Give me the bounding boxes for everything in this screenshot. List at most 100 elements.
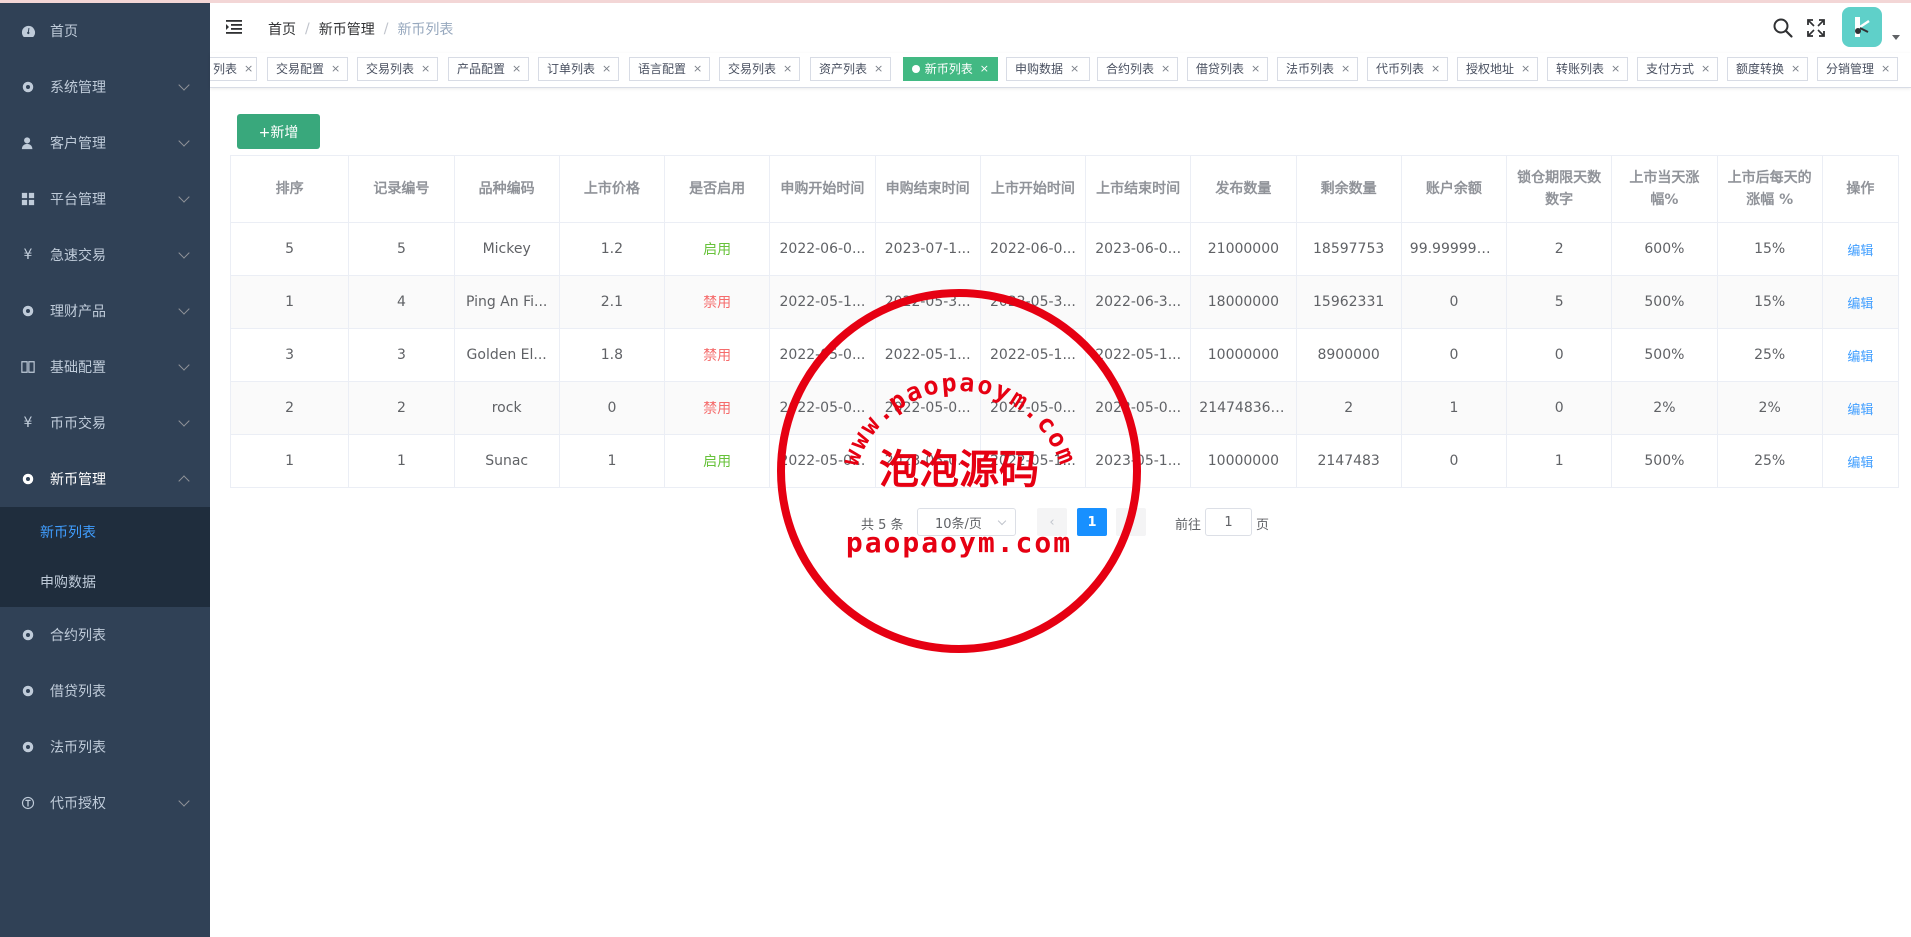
column-header: 记录编号: [348, 155, 455, 223]
tag-18[interactable]: 分销管理 ×: [1817, 57, 1898, 81]
table-cell: 2022-05-3...: [979, 275, 1087, 329]
close-icon[interactable]: ×: [1791, 57, 1800, 81]
table-cell: 500%: [1611, 328, 1718, 382]
tag-14[interactable]: 授权地址 ×: [1457, 57, 1538, 81]
column-header: 上市开始时间: [979, 155, 1087, 223]
close-icon[interactable]: ×: [1070, 57, 1079, 81]
status-text: 禁用: [703, 348, 732, 364]
table-cell: 18000000: [1190, 275, 1297, 329]
goto-suffix: 页: [1256, 518, 1270, 533]
edit-link[interactable]: 编辑: [1847, 456, 1873, 471]
close-icon[interactable]: ×: [1251, 57, 1260, 81]
close-icon[interactable]: ×: [1881, 57, 1890, 81]
page-size-select[interactable]: 10条/页: [917, 508, 1016, 536]
tag-8-active[interactable]: 新币列表 ×: [903, 57, 998, 81]
sidebar-item-system[interactable]: 系统管理: [0, 59, 210, 115]
status-text: 启用: [703, 454, 732, 470]
hamburger-icon[interactable]: [226, 19, 244, 35]
edit-link[interactable]: 编辑: [1847, 297, 1873, 312]
table-cell: 2%: [1611, 381, 1718, 435]
column-header: 是否启用: [664, 155, 771, 223]
tag-4[interactable]: 订单列表 ×: [538, 57, 619, 81]
tag-3[interactable]: 产品配置 ×: [448, 57, 529, 81]
tag-2[interactable]: 交易列表 ×: [357, 57, 438, 81]
tag-9[interactable]: 申购数据 ×: [1006, 57, 1090, 81]
sidebar-item-fast-trade[interactable]: ¥ 急速交易: [0, 227, 210, 283]
close-icon[interactable]: ×: [421, 57, 430, 81]
tag-6[interactable]: 交易列表 ×: [719, 57, 800, 81]
tag-5[interactable]: 语言配置 ×: [629, 57, 710, 81]
tag-13[interactable]: 代币列表 ×: [1367, 57, 1448, 81]
tag-15[interactable]: 转账列表 ×: [1547, 57, 1628, 81]
sidebar-item-home[interactable]: 首页: [0, 3, 210, 59]
tag-17[interactable]: 额度转换 ×: [1727, 57, 1808, 81]
tag-label: 支付方式: [1646, 62, 1695, 76]
avatar[interactable]: [1842, 7, 1882, 47]
pagination: 共 5 条 10条/页 ‹ 1 › 前往 页: [0, 508, 1911, 536]
sidebar-subitem-subscription-data[interactable]: 申购数据: [0, 557, 210, 607]
sidebar-item-loans[interactable]: 借贷列表: [0, 663, 210, 719]
table-row: 2 2 rock 0 禁用 2022-05-0... 2022-05-0... 2022-05…: [229, 381, 1900, 435]
close-icon[interactable]: ×: [602, 57, 611, 81]
close-icon[interactable]: ×: [1611, 57, 1620, 81]
fullscreen-icon[interactable]: [1805, 17, 1827, 39]
breadcrumb-home[interactable]: 首页: [268, 19, 296, 39]
sidebar-item-coin-trade[interactable]: ¥ 币币交易: [0, 395, 210, 451]
tag-0[interactable]: 列表 ×: [210, 57, 257, 81]
table-cell: 2147483647: [1190, 381, 1297, 435]
close-icon[interactable]: ×: [874, 57, 883, 81]
close-icon[interactable]: ×: [783, 57, 792, 81]
edit-link[interactable]: 编辑: [1847, 244, 1873, 259]
sidebar-item-new-coin[interactable]: 新币管理: [0, 451, 210, 507]
tag-11[interactable]: 借贷列表 ×: [1187, 57, 1268, 81]
sidebar-item-label: 币币交易: [50, 416, 106, 432]
breadcrumb-new-coin-mgmt[interactable]: 新币管理: [319, 19, 375, 39]
sidebar-item-token-auth[interactable]: 代币授权: [0, 775, 210, 831]
caret-down-icon[interactable]: [1892, 35, 1900, 40]
search-icon[interactable]: [1772, 17, 1794, 39]
goto-page-input[interactable]: [1205, 508, 1252, 536]
tag-10[interactable]: 合约列表 ×: [1097, 57, 1178, 81]
close-icon[interactable]: ×: [1521, 57, 1530, 81]
pagination-total: 共 5 条: [861, 518, 904, 533]
sidebar-item-customers[interactable]: 客户管理: [0, 115, 210, 171]
sidebar-item-finance[interactable]: 理财产品: [0, 283, 210, 339]
prev-page-button[interactable]: ‹: [1037, 508, 1067, 536]
tag-label: 合约列表: [1106, 62, 1155, 76]
sidebar-item-basic-config[interactable]: 基础配置: [0, 339, 210, 395]
close-icon[interactable]: ×: [331, 57, 340, 81]
edit-link[interactable]: 编辑: [1847, 350, 1873, 365]
close-icon[interactable]: ×: [693, 57, 702, 81]
close-icon[interactable]: ×: [980, 57, 989, 81]
close-icon[interactable]: ×: [1701, 57, 1710, 81]
table-header-row: 排序 记录编号 品种编码 上市价格 是否启用 申购开始时间 申购结束时间 上市开…: [229, 155, 1900, 223]
user-icon: [20, 135, 36, 151]
tag-16[interactable]: 支付方式 ×: [1637, 57, 1718, 81]
next-page-button[interactable]: ›: [1116, 508, 1146, 536]
close-icon[interactable]: ×: [244, 57, 253, 81]
sidebar-item-platform[interactable]: 平台管理: [0, 171, 210, 227]
tag-7[interactable]: 资产列表 ×: [810, 57, 891, 81]
table-cell: 25%: [1716, 328, 1823, 382]
tag-label: 授权地址: [1466, 62, 1515, 76]
status-text: 禁用: [703, 401, 732, 417]
sidebar-item-contracts[interactable]: 合约列表: [0, 607, 210, 663]
breadcrumb-separator: /: [305, 21, 310, 37]
sidebar-item-fiat[interactable]: 法币列表: [0, 719, 210, 775]
close-icon[interactable]: ×: [1431, 57, 1440, 81]
tag-1[interactable]: 交易配置 ×: [267, 57, 348, 81]
close-icon[interactable]: ×: [512, 57, 521, 81]
table-cell: 2023-06-0...: [1085, 222, 1192, 276]
table-cell: 2022-06-0...: [769, 222, 876, 276]
add-button[interactable]: +新增: [237, 114, 320, 149]
close-icon[interactable]: ×: [1341, 57, 1350, 81]
page-number-current[interactable]: 1: [1077, 508, 1107, 536]
table-cell: 编辑: [1821, 222, 1900, 276]
table-cell: 2: [348, 381, 455, 435]
close-icon[interactable]: ×: [1161, 57, 1170, 81]
edit-link[interactable]: 编辑: [1847, 403, 1873, 418]
table-cell: 2.1: [558, 275, 666, 329]
sidebar-item-label: 平台管理: [50, 192, 106, 208]
tag-12[interactable]: 法币列表 ×: [1277, 57, 1358, 81]
table-cell: 5: [348, 222, 455, 276]
